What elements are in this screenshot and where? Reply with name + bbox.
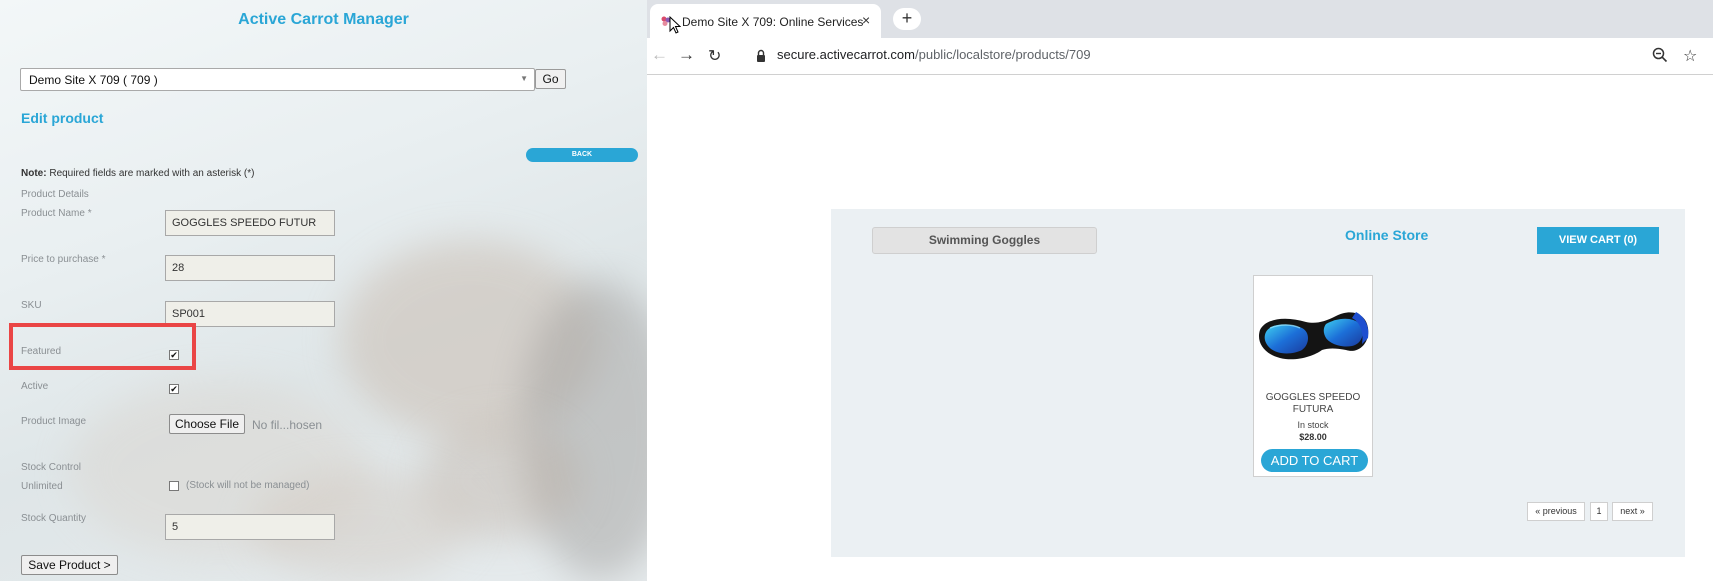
lock-icon — [757, 49, 765, 62]
active-label: Active — [21, 381, 49, 392]
url-path: /public/localstore/products/709 — [915, 47, 1091, 62]
reload-icon[interactable]: ↻ — [708, 46, 721, 66]
note-bold: Note: — [21, 168, 47, 179]
product-image-label: Product Image — [21, 416, 87, 427]
site-select-value: Demo Site X 709 ( 709 ) — [29, 73, 158, 87]
active-checkbox[interactable]: ✔ — [169, 384, 179, 394]
unlimited-checkbox[interactable] — [169, 481, 179, 491]
add-to-cart-button[interactable]: ADD TO CART — [1261, 449, 1368, 472]
address-bar[interactable]: secure.activecarrot.com/public/localstor… — [777, 47, 1091, 62]
product-price: $28.00 — [1299, 432, 1327, 442]
stock-status: In stock — [1297, 420, 1329, 430]
forward-arrow-icon[interactable]: → — [678, 45, 695, 65]
section-label: Product Details — [21, 189, 89, 200]
mouse-cursor-icon — [669, 16, 681, 34]
choose-file-button[interactable]: Choose File — [169, 414, 245, 434]
admin-panel: Active Carrot Manager Demo Site X 709 ( … — [0, 0, 647, 581]
close-tab-icon[interactable]: × — [862, 12, 870, 28]
price-input[interactable]: 28 — [165, 255, 335, 281]
product-name[interactable]: GOGGLES SPEEDO FUTURA — [1254, 392, 1372, 416]
dropdown-arrow-icon: ▼ — [520, 74, 528, 83]
browser-window: Demo Site X 709: Online Services × + ← →… — [647, 0, 1713, 581]
back-button[interactable]: BACK — [526, 148, 638, 162]
required-note: Note: Required fields are marked with an… — [21, 168, 254, 179]
file-status: No fil...hosen — [252, 418, 323, 432]
tab-strip: Demo Site X 709: Online Services × + — [647, 0, 1713, 38]
note-text: Required fields are marked with an aster… — [46, 168, 255, 179]
browser-tab[interactable]: Demo Site X 709: Online Services × — [650, 4, 881, 38]
price-label: Price to purchase * — [21, 254, 106, 265]
zoom-icon[interactable] — [1652, 47, 1668, 63]
url-host: secure.activecarrot.com — [777, 47, 915, 62]
go-button[interactable]: Go — [535, 69, 566, 89]
product-name-label: Product Name * — [21, 208, 92, 219]
tab-title: Demo Site X 709: Online Services — [682, 15, 864, 29]
pagination-previous[interactable]: « previous — [1527, 502, 1585, 521]
bookmark-star-icon[interactable]: ☆ — [1683, 46, 1697, 66]
product-card[interactable]: GOGGLES SPEEDO FUTURA In stock $28.00 AD… — [1253, 275, 1373, 477]
highlight-box — [9, 323, 196, 370]
online-store: Swimming Goggles Online Store VIEW CART … — [831, 209, 1685, 557]
stock-quantity-input[interactable]: 5 — [165, 514, 335, 540]
pagination-next[interactable]: next » — [1612, 502, 1653, 521]
category-button[interactable]: Swimming Goggles — [872, 227, 1097, 254]
pagination-page[interactable]: 1 — [1590, 502, 1608, 521]
browser-toolbar: ← → ↻ secure.activecarrot.com/public/loc… — [647, 38, 1713, 75]
page-title: Edit product — [21, 110, 104, 126]
goggles-image — [1258, 312, 1369, 360]
product-name-input[interactable]: GOGGLES SPEEDO FUTUR — [165, 210, 335, 236]
store-title: Online Store — [1345, 227, 1429, 243]
stock-control-label: Stock Control — [21, 462, 82, 473]
stock-quantity-label: Stock Quantity — [21, 513, 87, 524]
site-select[interactable]: Demo Site X 709 ( 709 ) ▼ — [20, 68, 535, 91]
save-product-button[interactable]: Save Product > — [21, 555, 118, 575]
back-arrow-icon[interactable]: ← — [651, 45, 668, 65]
unlimited-label: Unlimited — [21, 481, 63, 492]
new-tab-button[interactable]: + — [893, 8, 921, 30]
app-title: Active Carrot Manager — [238, 11, 409, 28]
unlimited-note: (Stock will not be managed) — [186, 480, 310, 491]
view-cart-button[interactable]: VIEW CART (0) — [1537, 227, 1659, 254]
sku-label: SKU — [21, 300, 42, 311]
